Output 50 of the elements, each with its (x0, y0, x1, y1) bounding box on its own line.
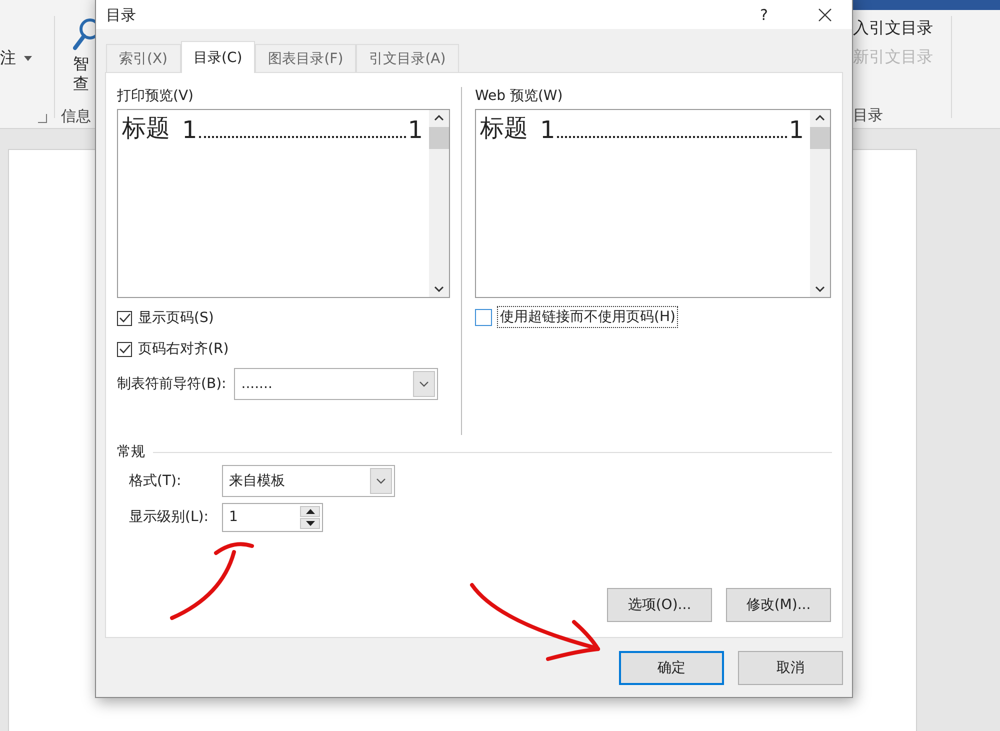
heading-number: 1 (182, 116, 198, 144)
dialog-title: 目录 (106, 6, 136, 24)
dialog-launcher-icon[interactable] (38, 114, 47, 123)
group-label: 信息 (61, 107, 91, 126)
tab[interactable]: 引文目录(A) (356, 44, 459, 73)
scrollbar[interactable] (429, 110, 449, 297)
help-button[interactable]: ? (760, 6, 768, 24)
checkbox[interactable]: 使用超链接而不使用页码(H) (475, 306, 831, 328)
ribbon-label: 查 (73, 74, 89, 94)
tab[interactable]: 目录(C) (180, 41, 256, 73)
dialog-button[interactable]: 修改(M)... (726, 588, 831, 622)
chevron-down-icon (376, 478, 386, 484)
field-label: 制表符前导符(B): (117, 375, 226, 393)
section-label: Web 预览(W) (475, 87, 564, 105)
field-label: 显示级别(L): (129, 508, 210, 526)
format-dropdown[interactable]: 来自模板 (222, 465, 395, 497)
chevron-up-icon[interactable] (815, 115, 825, 121)
ribbon-item[interactable]: 注 (0, 48, 50, 69)
ribbon-item[interactable]: 入引文目录 (853, 18, 940, 39)
tab[interactable]: 索引(X) (106, 44, 181, 73)
group-label: 目录 (853, 106, 884, 125)
cancel-button[interactable]: 取消 (738, 651, 843, 685)
check-icon (118, 344, 130, 354)
ribbon-label: 智 (73, 54, 89, 74)
heading-number: 1 (540, 116, 556, 144)
group-title: 常规 (117, 443, 145, 461)
tab[interactable]: 图表目录(F) (255, 44, 356, 73)
checkbox[interactable]: 显示页码(S) (117, 307, 450, 329)
heading-text: 标题 (480, 113, 528, 144)
ok-button[interactable]: 确定 (619, 651, 724, 685)
dialog-button[interactable]: 选项(O)... (607, 588, 712, 622)
close-icon[interactable] (818, 8, 832, 22)
triangle-up-icon[interactable] (306, 508, 314, 514)
chevron-down-icon[interactable] (434, 286, 444, 292)
check-icon (118, 313, 130, 323)
chevron-down-icon[interactable] (815, 286, 825, 292)
chevron-up-icon[interactable] (434, 115, 444, 121)
field-label: 格式(T): (129, 472, 182, 490)
section-label: 打印预览(V) (117, 87, 195, 105)
scrollbar[interactable] (810, 110, 830, 297)
chevron-down-icon (419, 381, 430, 387)
checkbox[interactable]: 页码右对齐(R) (117, 338, 450, 360)
level-spinner[interactable]: 1 (222, 502, 323, 532)
triangle-down-icon[interactable] (306, 520, 314, 526)
scroll-thumb[interactable] (810, 127, 830, 149)
page-number: 1 (788, 116, 804, 144)
scroll-thumb[interactable] (429, 127, 449, 149)
page-number: 1 (408, 116, 423, 144)
leader-dropdown[interactable]: ....... (234, 368, 438, 400)
heading-text: 标题 (122, 113, 170, 144)
